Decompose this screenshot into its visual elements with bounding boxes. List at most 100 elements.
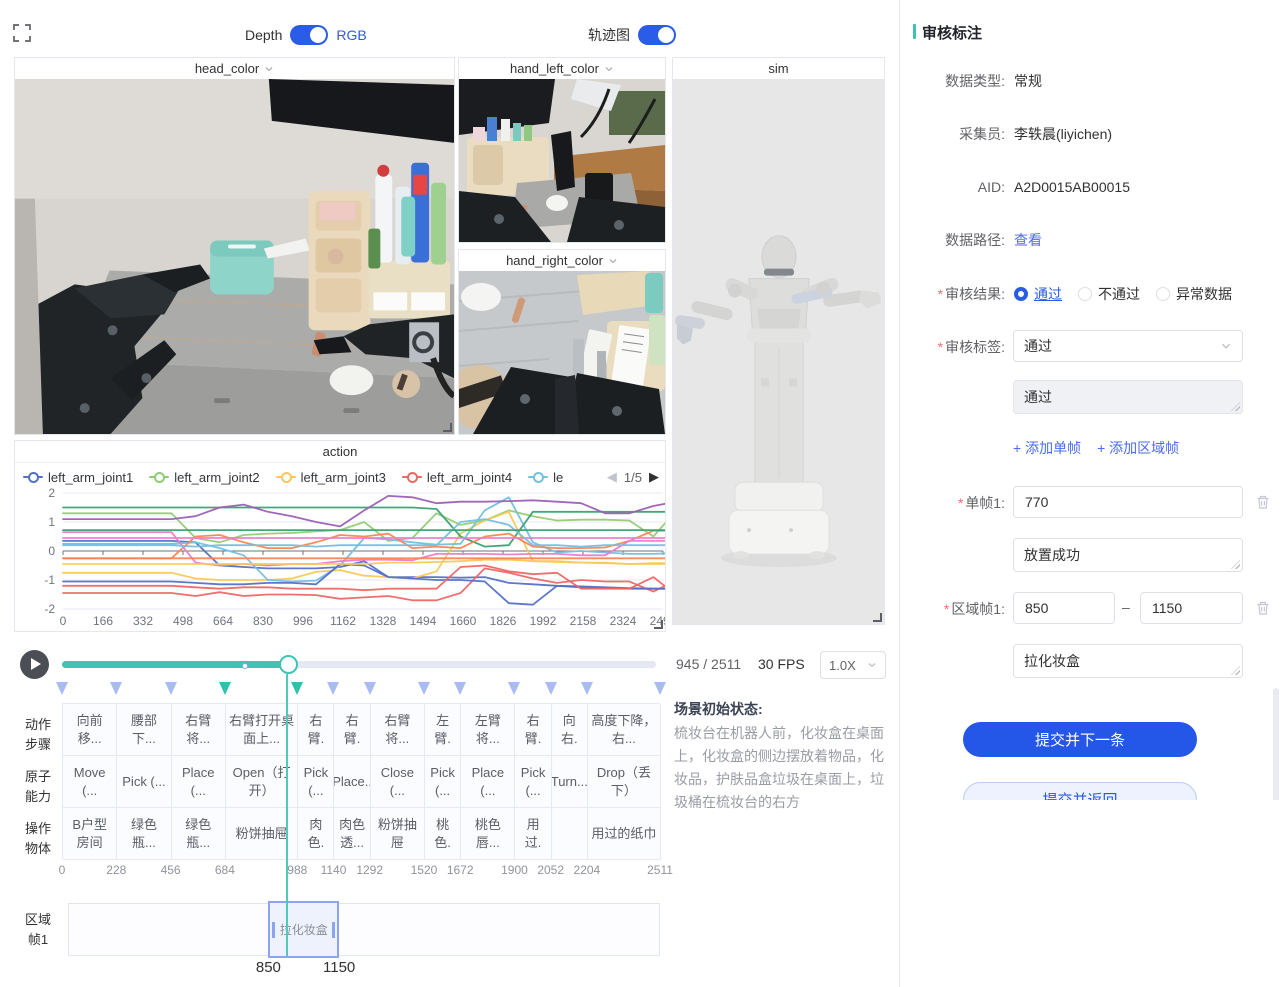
step-cell[interactable]: 向右. <box>552 704 588 756</box>
region-highlight[interactable]: 拉化妆盒 <box>268 901 339 958</box>
step-cell[interactable]: Move (... <box>63 756 117 808</box>
step-cell[interactable]: 右臂将... <box>371 704 425 756</box>
legend-item-left_arm_joint4[interactable]: left_arm_joint4 <box>402 470 512 485</box>
legend-prev-icon[interactable]: ◀ <box>607 469 617 485</box>
step-marker-icon[interactable] <box>291 682 303 695</box>
step-cell[interactable]: 高度下降，右... <box>588 704 661 756</box>
fullscreen-icon[interactable] <box>13 24 31 42</box>
data-path-link[interactable]: 查看 <box>1014 230 1042 250</box>
step-marker-icon[interactable] <box>454 682 466 695</box>
resize-handle-icon[interactable] <box>654 620 663 629</box>
step-marker-icon[interactable] <box>327 682 339 695</box>
add-region-frame-link[interactable]: + 添加区域帧 <box>1097 438 1179 458</box>
fps-label: 30 FPS <box>758 656 805 672</box>
tag-note-textarea[interactable]: 通过 <box>1013 380 1243 414</box>
svg-text:1328: 1328 <box>370 614 397 628</box>
region-right-handle[interactable] <box>332 922 335 938</box>
scrollbar-thumb[interactable] <box>1273 688 1279 800</box>
depth-rgb-toggle-group: Depth RGB <box>245 24 367 46</box>
action-line-chart[interactable]: 210-1-2016633249866483099611621328149416… <box>15 487 665 631</box>
radio-option-不通过[interactable]: 不通过 <box>1078 284 1140 304</box>
submit-return-button[interactable]: 提交并返回 <box>963 782 1197 800</box>
step-cell[interactable]: Drop（丢下） <box>588 756 661 808</box>
radio-option-通过[interactable]: 通过 <box>1014 284 1062 304</box>
single-frame-input[interactable]: 770 <box>1013 486 1243 518</box>
delete-region-frame-icon[interactable] <box>1255 600 1271 616</box>
step-cell[interactable]: Pick (... <box>515 756 551 808</box>
svg-text:-2: -2 <box>44 602 55 616</box>
step-cell[interactable]: 右臂将... <box>172 704 226 756</box>
step-cell[interactable]: 粉饼抽屉 <box>371 808 425 860</box>
legend-item-le[interactable]: le <box>528 470 563 485</box>
step-cell[interactable]: 肉色. <box>298 808 334 860</box>
region-start-input[interactable]: 850 <box>1013 592 1115 624</box>
step-cell[interactable]: 用过. <box>515 808 551 860</box>
step-cell[interactable]: Pick (... <box>117 756 171 808</box>
step-cell[interactable]: 腰部下... <box>117 704 171 756</box>
step-cell[interactable]: 右臂. <box>515 704 551 756</box>
step-cell[interactable]: 右臂. <box>334 704 370 756</box>
svg-text:0: 0 <box>48 544 55 558</box>
region-left-handle[interactable] <box>272 922 275 938</box>
step-marker-icon[interactable] <box>219 682 231 695</box>
head-camera-header[interactable]: head_color <box>15 58 454 80</box>
step-marker-icon[interactable] <box>364 682 376 695</box>
step-cell[interactable]: Close (... <box>371 756 425 808</box>
step-cell[interactable] <box>552 808 588 860</box>
legend-item-left_arm_joint3[interactable]: left_arm_joint3 <box>276 470 386 485</box>
legend-item-left_arm_joint1[interactable]: left_arm_joint1 <box>23 470 133 485</box>
slider-handle[interactable] <box>279 655 298 674</box>
tag-label: *审核标签: <box>900 337 1005 357</box>
step-cell[interactable]: 右臂. <box>298 704 334 756</box>
step-cell[interactable]: 肉色透... <box>334 808 370 860</box>
step-cell[interactable]: Pick (... <box>298 756 334 808</box>
step-cell[interactable]: Place (... <box>461 756 515 808</box>
legend-item-left_arm_joint2[interactable]: left_arm_joint2 <box>149 470 259 485</box>
step-cell[interactable]: 向前移... <box>63 704 117 756</box>
step-cell[interactable]: 绿色瓶... <box>172 808 226 860</box>
hand-left-camera-header[interactable]: hand_left_color <box>459 58 665 80</box>
region-end-input[interactable]: 1150 <box>1140 592 1243 624</box>
add-single-frame-link[interactable]: + 添加单帧 <box>1013 438 1081 458</box>
resize-handle-icon[interactable] <box>873 613 882 622</box>
sim-panel-header[interactable]: sim <box>673 58 884 80</box>
step-marker-icon[interactable] <box>581 682 593 695</box>
step-cell[interactable]: 桃色唇... <box>461 808 515 860</box>
frame-tick-label: 2052 <box>537 863 564 877</box>
hand-right-camera-header[interactable]: hand_right_color <box>459 250 665 272</box>
step-cell[interactable]: B户型房间 <box>63 808 117 860</box>
step-marker-icon[interactable] <box>545 682 557 695</box>
frame-tick-label: 1292 <box>356 863 383 877</box>
tag-select[interactable]: 通过 <box>1013 330 1243 362</box>
step-marker-icon[interactable] <box>418 682 430 695</box>
legend-next-icon[interactable]: ▶ <box>649 469 659 485</box>
submit-next-button[interactable]: 提交并下一条 <box>963 722 1197 757</box>
region-track[interactable] <box>68 903 660 956</box>
step-marker-icon[interactable] <box>508 682 520 695</box>
step-cell[interactable]: Place (... <box>172 756 226 808</box>
review-result-row: *审核结果: 通过不通过异常数据 <box>900 284 1280 304</box>
delete-single-frame-icon[interactable] <box>1255 494 1271 510</box>
step-cell[interactable]: 左臂. <box>425 704 461 756</box>
trajectory-switch[interactable] <box>638 25 676 45</box>
step-cell[interactable]: Place.. <box>334 756 370 808</box>
step-marker-icon[interactable] <box>165 682 177 695</box>
progress-slider[interactable] <box>62 661 656 668</box>
step-cell[interactable]: 桃色. <box>425 808 461 860</box>
step-cell[interactable]: Pick (... <box>425 756 461 808</box>
radio-option-异常数据[interactable]: 异常数据 <box>1156 284 1232 304</box>
svg-text:1162: 1162 <box>330 614 356 628</box>
step-marker-icon[interactable] <box>56 682 68 695</box>
step-cell[interactable]: 绿色瓶... <box>117 808 171 860</box>
depth-rgb-switch[interactable] <box>290 25 328 45</box>
single-frame-note-textarea[interactable]: 放置成功 <box>1013 538 1243 572</box>
region-note-textarea[interactable]: 拉化妆盒 <box>1013 644 1243 678</box>
step-cell[interactable]: Turn... <box>552 756 588 808</box>
play-button[interactable] <box>20 650 49 679</box>
step-marker-icon[interactable] <box>654 682 666 695</box>
step-marker-icon[interactable] <box>110 682 122 695</box>
step-cell[interactable]: 左臂将... <box>461 704 515 756</box>
step-cell[interactable]: 用过的纸巾 <box>588 808 661 860</box>
speed-select[interactable]: 1.0X <box>820 651 886 679</box>
resize-handle-icon[interactable] <box>443 423 452 432</box>
